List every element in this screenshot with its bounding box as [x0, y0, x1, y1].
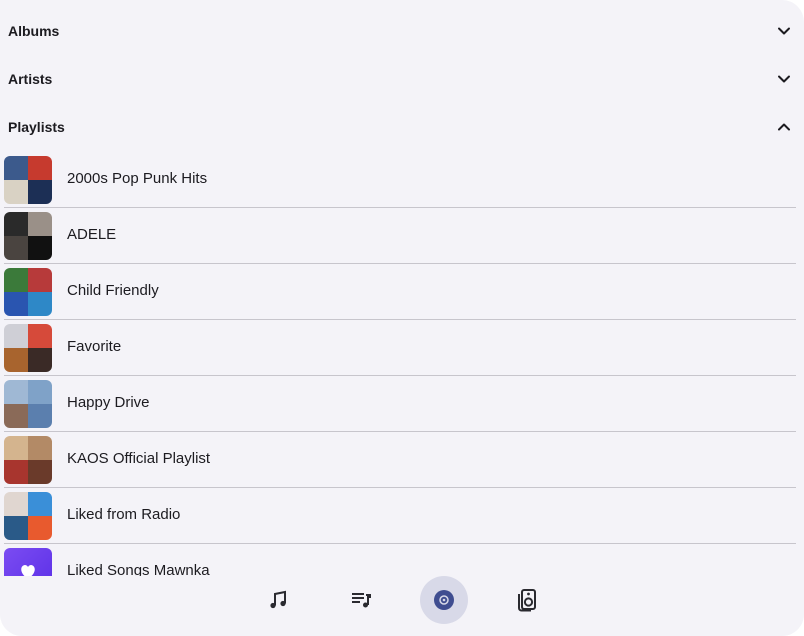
playlist-row[interactable]: KAOS Official Playlist — [0, 432, 804, 488]
album-icon — [434, 590, 454, 610]
playlist-row[interactable]: Child Friendly — [0, 264, 804, 320]
playlist-artwork — [4, 436, 52, 484]
playlist-row[interactable]: Liked Songs Mawnka — [0, 544, 804, 576]
nav-library[interactable] — [420, 576, 468, 624]
playlist-name: Child Friendly — [67, 282, 159, 299]
playlist-name: KAOS Official Playlist — [67, 450, 211, 467]
playlist-name: ADELE — [67, 226, 117, 243]
playlist-row[interactable]: 2000s Pop Punk Hits — [0, 152, 804, 208]
section-playlists[interactable]: Playlists — [0, 103, 804, 151]
chevron-down-icon — [778, 75, 790, 83]
playlist-name: Liked Songs Mawnka — [67, 562, 210, 576]
music-note-icon — [270, 590, 286, 609]
queue-music-icon — [352, 593, 371, 608]
playlist-artwork — [4, 548, 52, 576]
bottom-navigation — [0, 576, 804, 636]
section-artists[interactable]: Artists — [0, 55, 804, 103]
playlist-artwork — [4, 156, 52, 204]
library-panel: Albums Artists Playlists 2000s Pop Punk … — [0, 0, 804, 636]
playlist-row[interactable]: Favorite — [0, 320, 804, 376]
playlist-row[interactable]: Liked from Radio — [0, 488, 804, 544]
chevron-down-icon — [778, 27, 790, 35]
section-albums[interactable]: Albums — [0, 7, 804, 55]
nav-speakers[interactable] — [503, 576, 551, 624]
nav-songs[interactable] — [254, 576, 302, 624]
playlist-artwork — [4, 268, 52, 316]
heart-icon — [21, 565, 35, 576]
section-title-artists: Artists — [8, 71, 53, 87]
playlist-name: 2000s Pop Punk Hits — [67, 170, 208, 187]
section-title-playlists: Playlists — [8, 119, 65, 135]
playlist-artwork — [4, 212, 52, 260]
playlist-name: Favorite — [67, 338, 122, 355]
section-title-albums: Albums — [8, 23, 60, 39]
playlist-row[interactable]: ADELE — [0, 208, 804, 264]
playlist-name: Happy Drive — [67, 394, 150, 411]
nav-queue[interactable] — [337, 576, 385, 624]
playlist-list[interactable]: 2000s Pop Punk Hits ADELE Child Friendly — [0, 152, 804, 576]
playlist-row[interactable]: Happy Drive — [0, 376, 804, 432]
chevron-up-icon — [778, 123, 790, 131]
playlist-artwork — [4, 380, 52, 428]
playlist-artwork — [4, 492, 52, 540]
speaker-icon — [518, 589, 536, 612]
playlist-artwork — [4, 324, 52, 372]
playlist-name: Liked from Radio — [67, 506, 181, 523]
